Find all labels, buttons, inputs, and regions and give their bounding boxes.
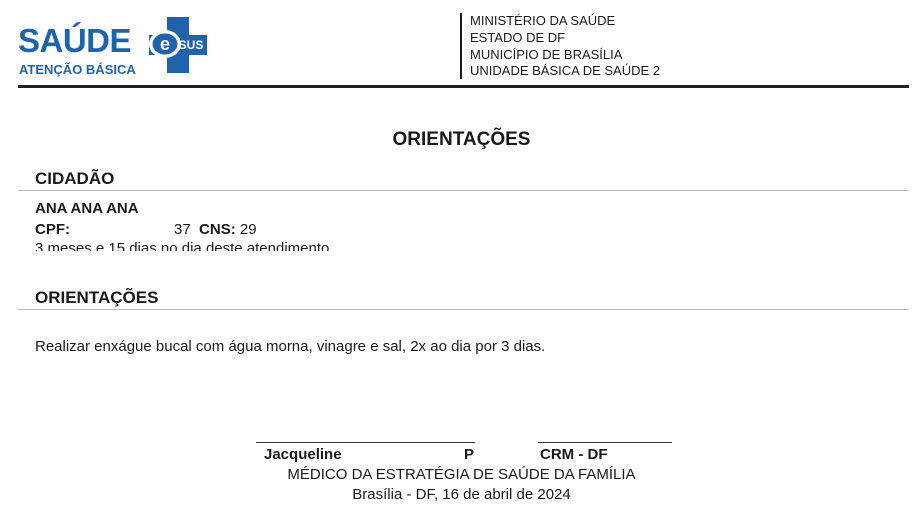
logo-badge-text: SUS: [179, 38, 204, 52]
place-date: Brasília - DF, 16 de abril de 2024: [352, 486, 571, 503]
signature-line: [256, 442, 672, 443]
cpf-label: CPF:: [35, 221, 70, 238]
esus-cross-icon: e SUS: [149, 17, 207, 73]
signer-role: MÉDICO DA ESTRATÉGIA DE SAÚDE DA FAMÍLIA: [287, 466, 636, 483]
header-line-municipality: MUNICÍPIO DE BRASÍLIA: [470, 46, 623, 62]
cpf-redaction: [70, 223, 174, 238]
cpf-value: 37: [174, 221, 191, 238]
cns-value: 29: [239, 221, 257, 238]
institution-header: MINISTÉRIO DA SAÚDE ESTADO DE DF MUNICÍP…: [460, 13, 660, 79]
header-line-unit: UNIDADE BÁSICA DE SAÚDE 2: [470, 63, 660, 79]
citizen-age: 3 meses e 15 dias no dia deste atendimen…: [35, 240, 330, 251]
signer-crm: CRM - DF: [540, 446, 608, 463]
citizen-name: ANA ANA ANA: [35, 200, 139, 217]
signer-initial: P: [464, 446, 475, 463]
logo-badge-letter: e: [160, 34, 170, 54]
document-title: ORIENTAÇÕES: [392, 129, 531, 150]
citizen-section-title: CIDADÃO: [35, 169, 115, 188]
guidance-text: Realizar enxágue bucal com água morna, v…: [35, 338, 546, 355]
citizen-identifiers: CPF: 37 CNS: 29: [35, 221, 257, 239]
signer-name: Jacqueline: [264, 446, 342, 463]
guidance-section-divider: [18, 309, 909, 310]
signature-redaction: [475, 438, 538, 446]
citizen-section-divider: [18, 190, 909, 191]
logo-word: SAÚDE: [18, 22, 132, 59]
logo-subtitle: ATENÇÃO BÁSICA: [19, 62, 136, 77]
cns-label: CNS:: [199, 221, 236, 238]
header-line-state: ESTADO DE DF: [470, 29, 566, 45]
header-divider: [18, 85, 909, 88]
header-line-ministry: MINISTÉRIO DA SAÚDE: [470, 13, 616, 28]
guidance-section-title: ORIENTAÇÕES: [35, 288, 159, 307]
saude-esus-logo: SAÚDE ATENÇÃO BÁSICA e SUS: [18, 14, 218, 78]
